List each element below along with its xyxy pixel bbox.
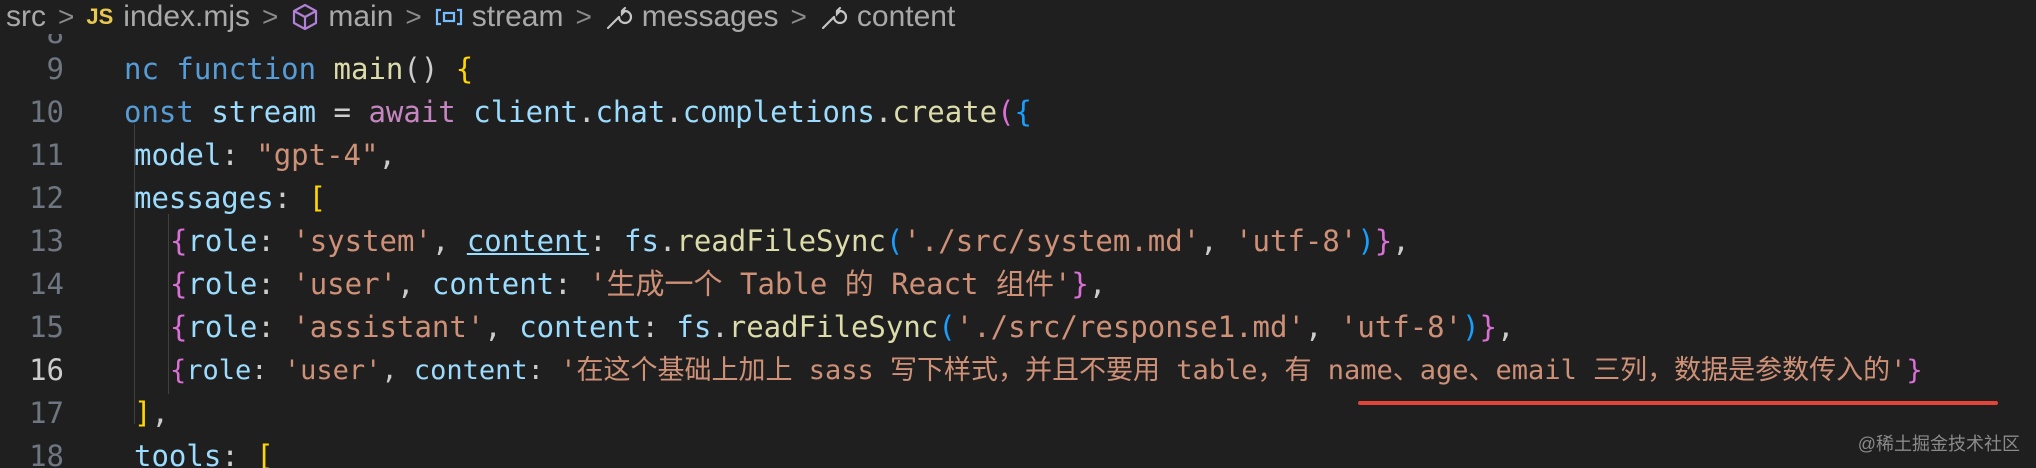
- line-number: 17: [29, 396, 64, 430]
- code-editor[interactable]: 8 9 nc function main() { 10 onst stream …: [0, 34, 2036, 468]
- line-number: 12: [29, 181, 64, 215]
- line-number: 10: [29, 95, 64, 129]
- watermark: @稀土掘金技术社区: [1857, 434, 2020, 454]
- code-line-active[interactable]: 16 {role: 'user', content: '在这个基础上加上 sas…: [0, 349, 2036, 392]
- breadcrumb-folder-label: src: [6, 0, 46, 33]
- breadcrumb-property-label: messages: [641, 0, 779, 33]
- annotation-underline: [1358, 401, 1998, 405]
- code-text: tools: [: [134, 439, 274, 468]
- chevron-right-icon: >: [575, 1, 592, 32]
- line-number: 16: [29, 353, 64, 387]
- breadcrumb-folder[interactable]: src: [6, 0, 46, 33]
- code-line[interactable]: 12 messages: [: [0, 177, 2036, 220]
- chevron-right-icon: >: [262, 1, 279, 32]
- wrench-icon: [604, 2, 634, 32]
- code-line[interactable]: 9 nc function main() {: [0, 48, 2036, 91]
- variable-icon: [434, 2, 464, 32]
- breadcrumb-file[interactable]: JS index.mjs: [86, 0, 250, 33]
- code-text: {role: 'assistant', content: fs.readFile…: [170, 310, 1515, 344]
- code-line[interactable]: 13 {role: 'system', content: fs.readFile…: [0, 220, 2036, 263]
- breadcrumb-variable-label: stream: [471, 0, 564, 33]
- breadcrumb-file-label: index.mjs: [123, 0, 250, 33]
- breadcrumb-property[interactable]: messages: [604, 2, 779, 32]
- code-line[interactable]: 10 onst stream = await client.chat.compl…: [0, 91, 2036, 134]
- code-text: onst stream = await client.chat.completi…: [124, 95, 1033, 129]
- breadcrumb-function-label: main: [328, 0, 394, 33]
- line-number: 11: [29, 138, 64, 172]
- chevron-right-icon: >: [58, 1, 75, 32]
- line-number: 13: [29, 224, 64, 258]
- breadcrumb: src > JS index.mjs > main > stream > mes…: [0, 0, 2036, 34]
- javascript-file-icon: JS: [86, 4, 114, 29]
- breadcrumb-subproperty-label: content: [856, 0, 956, 33]
- code-text: {role: 'system', content: fs.readFileSyn…: [170, 224, 1410, 258]
- line-number: 9: [46, 52, 64, 86]
- code-text: model: "gpt-4",: [134, 138, 396, 172]
- code-text: messages: [: [134, 181, 327, 215]
- code-text: {role: 'user', content: '在这个基础上加上 sass 写…: [170, 355, 1923, 386]
- code-line[interactable]: 15 {role: 'assistant', content: fs.readF…: [0, 306, 2036, 349]
- code-text: {role: 'user', content: '生成一个 Table 的 Re…: [170, 267, 1107, 301]
- code-text: ],: [134, 396, 169, 430]
- breadcrumb-variable[interactable]: stream: [434, 0, 564, 33]
- cube-icon: [290, 2, 320, 32]
- code-line[interactable]: 14 {role: 'user', content: '生成一个 Table 的…: [0, 263, 2036, 306]
- breadcrumb-subproperty[interactable]: content: [819, 2, 955, 32]
- line-number: 14: [29, 267, 64, 301]
- code-line[interactable]: 11 model: "gpt-4",: [0, 134, 2036, 177]
- code-text: nc function main() {: [124, 52, 474, 86]
- breadcrumb-function[interactable]: main: [290, 2, 393, 32]
- line-number: 15: [29, 310, 64, 344]
- line-number: 18: [29, 439, 64, 468]
- code-line[interactable]: 18 tools: [: [0, 435, 2036, 468]
- code-line[interactable]: 17 ],: [0, 392, 2036, 435]
- wrench-icon: [819, 2, 849, 32]
- chevron-right-icon: >: [405, 1, 422, 32]
- chevron-right-icon: >: [790, 1, 807, 32]
